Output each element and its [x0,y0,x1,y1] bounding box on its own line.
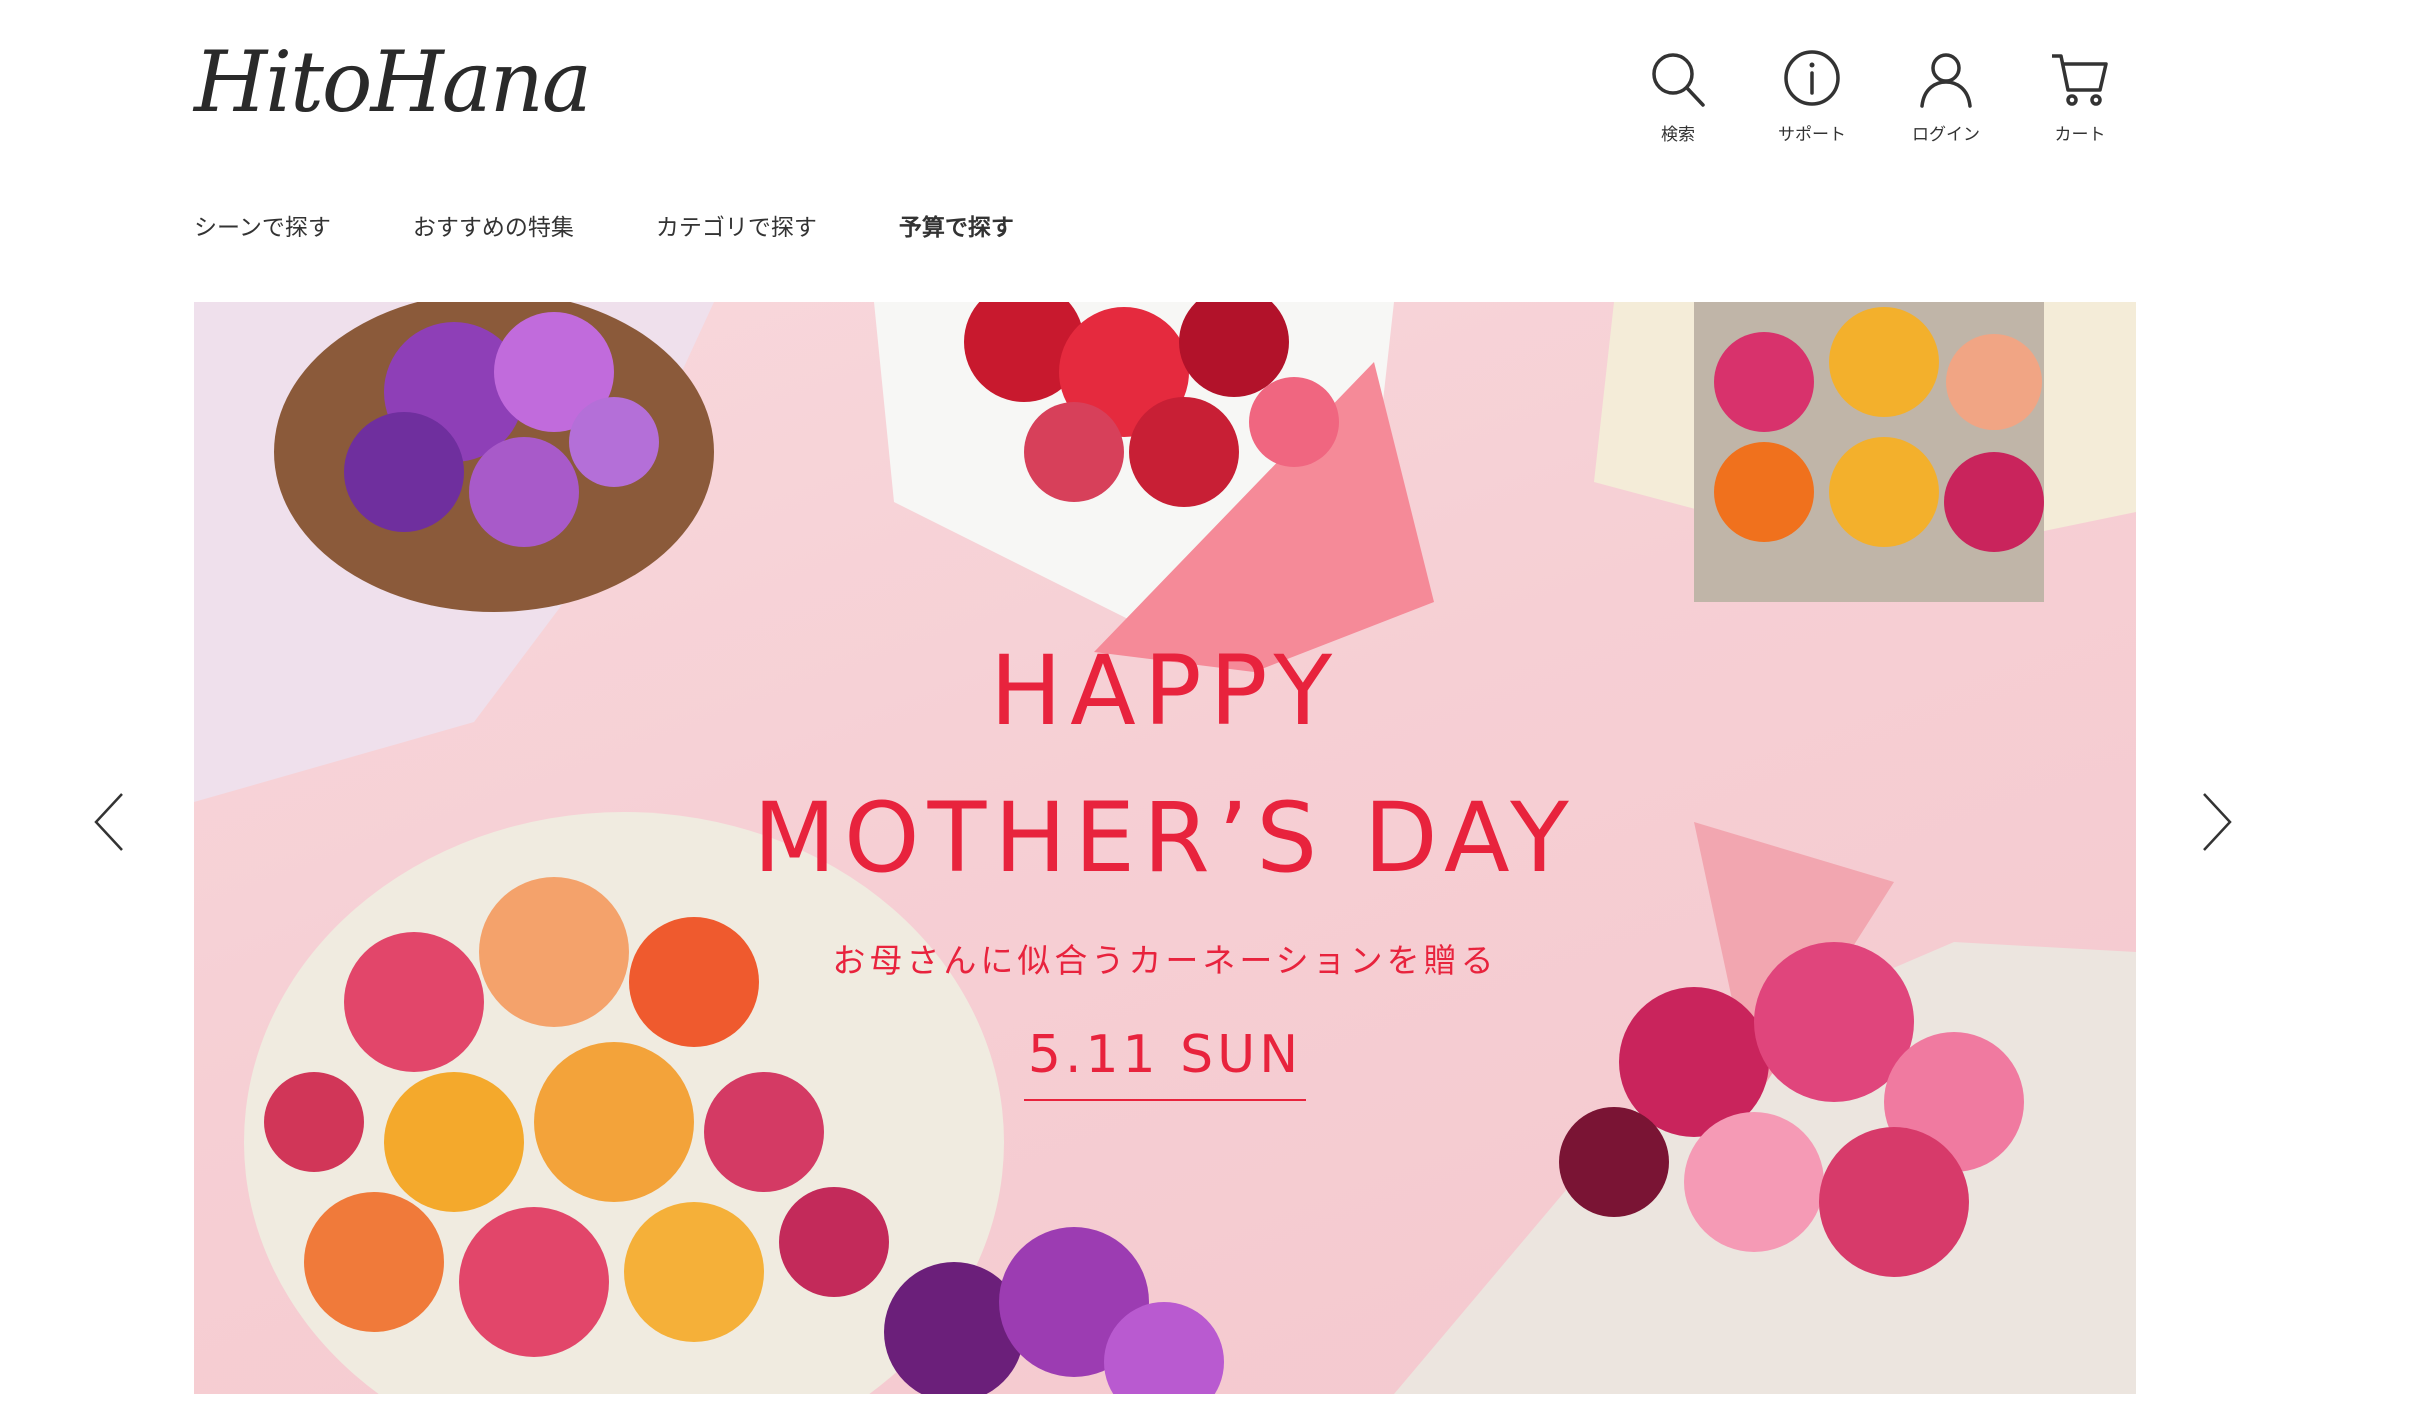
main-nav: シーンで探す おすすめの特集 カテゴリで探す 予算で探す [194,208,1014,242]
login-label: ログイン [1912,125,1980,145]
search-label: 検索 [1661,125,1695,145]
hero-title-line2: MOTHER’S DAY [753,782,1577,894]
header-actions: 検索 サポート ログイン カート [1640,48,2118,145]
hero-title-line1: HAPPY [989,635,1341,747]
chevron-left-icon[interactable] [90,790,130,854]
hero-banner[interactable]: HAPPY MOTHER’S DAY お母さんに似合うカーネーションを贈る 5.… [194,302,2136,1394]
cart-label: カート [2054,125,2106,145]
hero-text: HAPPY MOTHER’S DAY お母さんに似合うカーネーションを贈る 5.… [194,302,2136,1394]
nav-item-budget[interactable]: 予算で探す [899,208,1014,242]
nav-item-scene[interactable]: シーンで探す [194,208,331,242]
cart-button[interactable]: カート [2042,48,2118,145]
nav-item-features[interactable]: おすすめの特集 [413,208,574,242]
chevron-right-icon[interactable] [2196,790,2236,854]
search-button[interactable]: 検索 [1640,48,1716,145]
support-label: サポート [1778,125,1846,145]
page: HitoHana 検索 サポート ログイン カート シーンで探す おすすめの特集… [0,0,2412,1422]
user-icon [1920,53,1972,108]
support-button[interactable]: サポート [1774,48,1850,145]
hero-date: 5.11 SUN [194,1025,2136,1101]
hero-subtitle: お母さんに似合うカーネーションを贈る [832,941,1498,980]
search-icon [1652,53,1705,107]
login-button[interactable]: ログイン [1908,48,1984,145]
site-logo[interactable]: HitoHana [194,40,592,124]
hero-date-text: 5.11 SUN [1023,1025,1307,1101]
cart-icon [2052,54,2108,106]
info-icon [1784,50,1840,106]
nav-item-category[interactable]: カテゴリで探す [656,208,817,242]
